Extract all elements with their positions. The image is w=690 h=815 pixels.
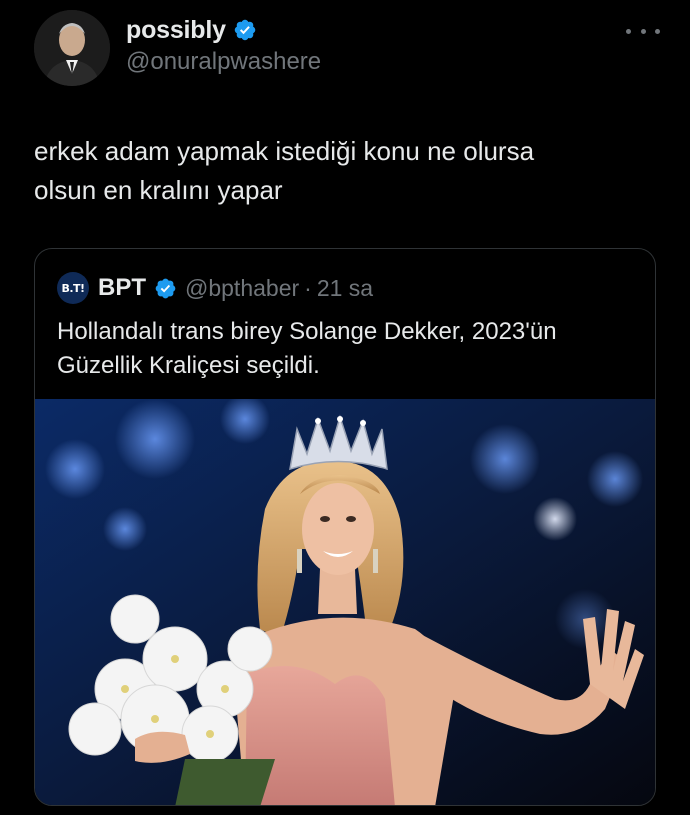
profile-photo-icon: [34, 10, 110, 86]
photo-beauty-queen-icon: [35, 399, 655, 805]
tweet-text-line: olsun en kralını yapar: [34, 175, 283, 205]
author-handle[interactable]: @onuralpwashere: [126, 48, 321, 76]
author-display-name[interactable]: possibly: [126, 16, 226, 45]
quoted-timestamp[interactable]: 21 sa: [317, 275, 373, 302]
quoted-author-name[interactable]: BPT: [98, 274, 146, 302]
quoted-tweet-header: B.T! BPT @bpthaber · 21 sa: [57, 271, 373, 305]
quoted-author-handle[interactable]: @bpthaber: [185, 275, 299, 302]
quoted-tweet-photo[interactable]: [35, 399, 655, 805]
tweet-container: possibly @onuralpwashere erkek adam yapm…: [0, 0, 690, 815]
verified-badge-icon: [233, 18, 257, 42]
tweet-text-line: erkek adam yapmak istediği konu ne olurs…: [34, 136, 535, 166]
tweet-text: erkek adam yapmak istediği konu ne olurs…: [34, 132, 644, 210]
quoted-tweet-card[interactable]: B.T! BPT @bpthaber · 21 sa Hollandalı tr…: [34, 248, 656, 806]
more-horizontal-icon[interactable]: [626, 24, 660, 38]
dot-separator: ·: [304, 274, 312, 301]
author-names: possibly @onuralpwashere: [126, 14, 321, 76]
quoted-author-avatar[interactable]: B.T!: [57, 272, 89, 304]
quoted-text-line: Hollandalı trans birey Solange Dekker, 2…: [57, 318, 557, 345]
quoted-tweet-text: Hollandalı trans birey Solange Dekker, 2…: [57, 315, 637, 383]
quoted-text-line: Güzellik Kraliçesi seçildi.: [57, 352, 320, 379]
author-avatar[interactable]: [34, 10, 110, 86]
verified-badge-icon: [154, 277, 177, 300]
